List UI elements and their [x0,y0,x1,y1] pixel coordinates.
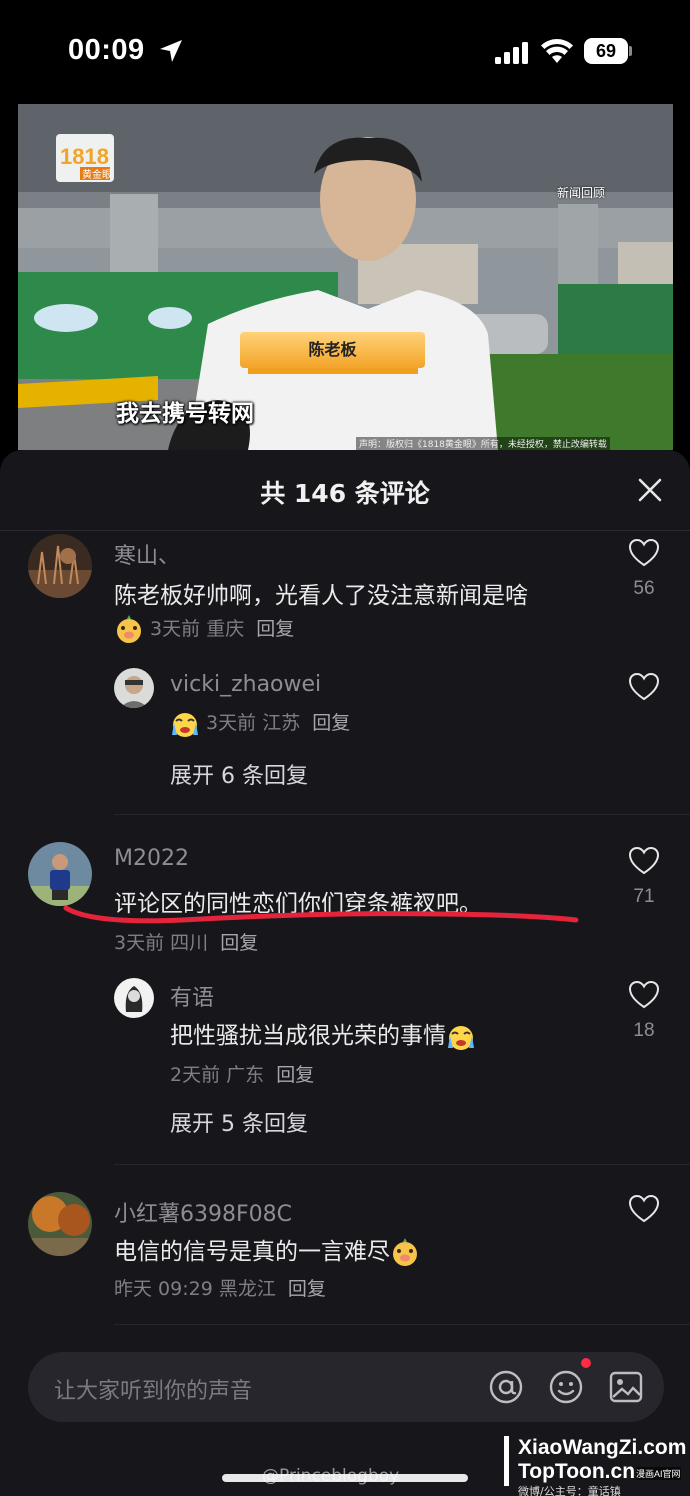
comment-time: 3天前 [206,712,257,734]
watermark-site2: TopToon.cn [518,1460,636,1483]
comment-username[interactable]: 有语 [170,980,214,1012]
pig-emoji-icon [117,614,141,643]
emoji-picker-icon[interactable] [548,1369,584,1405]
comment-meta: 3天前 重庆 回复 [114,614,294,645]
comment-meta: 2天前 广东 回复 [170,1060,314,1087]
image-upload-icon[interactable] [608,1369,644,1405]
location-arrow-icon [160,40,182,62]
comment-meta: 3天前 江苏 回复 [170,708,350,739]
comments-count-title: 共 146 条评论 [260,479,430,508]
video-subtitle: 我去携号转网 [116,401,254,427]
comment-separator [114,1324,690,1325]
comment-text-content: 把性骚扰当成很光荣的事情 [170,1023,446,1049]
comments-sheet: 共 146 条评论 寒山、 陈老板好帅啊，光看人了没注意新闻是啥 3天前 重庆 [0,450,690,1496]
battery-tip [629,46,632,56]
name-plate: 陈老板 [240,332,425,368]
news-tag: 新闻回顾 [556,186,605,200]
comment-meta: 3天前 四川 回复 [114,928,258,955]
avatar[interactable] [114,668,154,708]
comment-time: 2天前 [170,1064,221,1086]
avatar-image [28,1192,92,1256]
comment-location: 江苏 [262,712,301,734]
comment-username[interactable]: vicki_zhaowei [170,672,321,697]
comment-input-placeholder[interactable]: 让大家听到你的声音 [54,1373,252,1405]
reply-button[interactable]: 回复 [288,1278,326,1300]
video-player[interactable]: 1818 黄金眼 新闻回顾 陈老板 我去携号转网 声明：版权归《1818黄金眼》… [18,104,673,450]
reply-button[interactable]: 回复 [256,618,294,640]
comment-text: 把性骚扰当成很光荣的事情 [170,1016,476,1052]
signal-icon [495,42,528,64]
comment-location: 黑龙江 [218,1278,276,1300]
comment-time: 3天前 [150,618,201,640]
comment-time: 昨天 09:29 [114,1278,213,1300]
avatar[interactable] [28,534,92,598]
comment-location: 四川 [170,932,209,954]
comment-separator [114,814,690,815]
avatar-image [114,978,154,1018]
expand-replies-button[interactable]: 展开 5 条回复 [170,1106,308,1138]
avatar-image [114,668,154,708]
crying-emoji-icon [448,1025,474,1050]
close-icon[interactable] [636,476,664,504]
comment-separator [114,1164,690,1165]
comment-input-bar[interactable]: 让大家听到你的声音 [28,1352,664,1422]
comment-meta: 昨天 09:29 黑龙江 回复 [114,1274,326,1301]
comment-text-content: 电信的信号是真的一言难尽 [114,1239,390,1265]
status-bar: 00:09 69 [0,0,690,100]
comment-text: 陈老板好帅啊，光看人了没注意新闻是啥 [114,583,528,609]
battery-level: 69 [584,38,628,64]
heart-icon[interactable] [628,538,660,568]
comment-location: 广东 [226,1064,265,1086]
battery-icon: 69 [584,38,632,64]
heart-icon[interactable] [628,846,660,876]
comment-username[interactable]: M2022 [114,846,189,871]
sheet-divider [0,530,690,531]
channel-logo: 1818 黄金眼 [56,134,114,182]
like-count: 71 [633,886,655,907]
copyright-notice: 声明：版权归《1818黄金眼》所有，未经授权，禁止改编转载 [356,437,610,450]
name-plate-bar [248,368,418,374]
svg-text:黄金眼: 黄金眼 [82,168,112,181]
comment-location: 重庆 [206,618,245,640]
watermark-handle: @Princeblogboy [262,1466,400,1486]
avatar[interactable] [28,1192,92,1256]
avatar[interactable] [28,842,92,906]
avatar[interactable] [114,978,154,1018]
comment-username[interactable]: 小红薯6398F08C [114,1196,292,1228]
watermark-bar [504,1436,509,1486]
status-time: 00:09 [68,34,145,66]
crying-emoji-icon [172,712,198,737]
heart-icon[interactable] [628,672,660,702]
reply-button[interactable]: 回复 [312,712,350,734]
avatar-image [28,842,92,906]
channel-logo-graphic: 1818 黄金眼 [56,134,114,182]
like-count: 18 [633,1020,655,1041]
at-mention-icon[interactable] [488,1369,524,1405]
watermark-tag: 漫画AI官网 [636,1467,681,1480]
wifi-icon [541,39,573,63]
watermark-line3: 微博/公主号：童话镇 [518,1485,621,1496]
reply-button[interactable]: 回复 [220,932,258,954]
comment-time: 3天前 [114,932,165,954]
watermark-block: XiaoWangZi.com TopToon.cn 漫画AI官网 微博/公主号：… [504,1436,690,1496]
expand-replies-button[interactable]: 展开 6 条回复 [170,758,308,790]
reply-button[interactable]: 回复 [276,1064,314,1086]
heart-icon[interactable] [628,1194,660,1224]
heart-icon[interactable] [628,980,660,1010]
comment-text: 电信的信号是真的一言难尽 [114,1232,420,1268]
avatar-image [28,534,92,598]
comment-username[interactable]: 寒山、 [114,538,180,570]
notification-dot [581,1358,591,1368]
svg-text:1818: 1818 [60,144,109,169]
watermark-site1: XiaoWangZi.com [518,1436,687,1459]
like-count: 56 [633,578,655,599]
pig-emoji-icon [393,1237,417,1266]
red-underline-annotation [63,905,579,924]
